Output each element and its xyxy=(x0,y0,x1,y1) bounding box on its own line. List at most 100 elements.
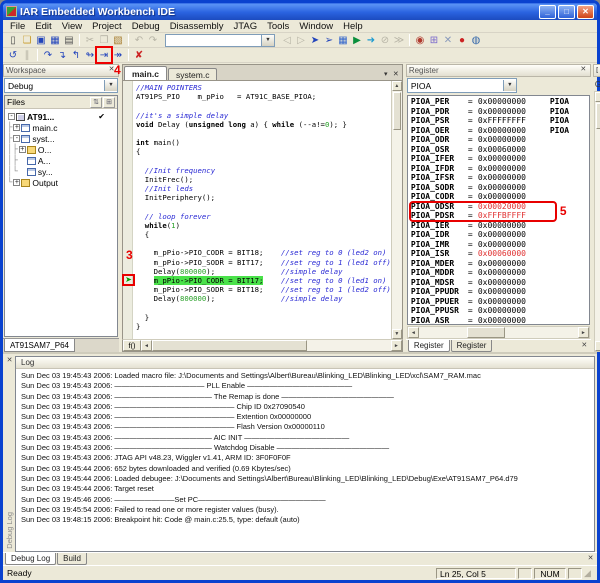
register-row[interactable]: PIOA_IFDR=0x00000000 xyxy=(408,164,589,174)
code-line[interactable]: InitFrec(); xyxy=(136,175,391,184)
menu-item-help[interactable]: Help xyxy=(338,21,368,32)
code-line[interactable]: //Init leds xyxy=(136,184,391,193)
menu-item-window[interactable]: Window xyxy=(294,21,338,32)
close-icon[interactable]: ✕ xyxy=(580,340,589,351)
scroll-left-icon[interactable]: ◄ xyxy=(141,340,152,351)
scrollbar-thumb[interactable] xyxy=(393,92,401,130)
target-select[interactable]: Debug ▼ xyxy=(4,78,118,93)
code-line[interactable]: } xyxy=(136,313,391,322)
close-icon[interactable]: ✕ xyxy=(5,357,14,366)
menu-item-file[interactable]: File xyxy=(5,21,30,32)
tab-register-1[interactable]: Register xyxy=(451,340,493,352)
code-line[interactable]: //it's a simple delay xyxy=(136,111,391,120)
code-line[interactable]: m_pPio->PIO_CODR = BIT17; //set reg to 0… xyxy=(136,276,391,285)
register-row[interactable]: PIOA_PPUSR=0x00000000 xyxy=(408,306,589,316)
register-row[interactable]: PIOA_OER=0x00000000PIOA xyxy=(408,126,589,136)
save-all-icon[interactable]: ▦ xyxy=(48,33,62,47)
debug-without-download-icon[interactable]: ◍ xyxy=(469,33,483,47)
files-sort-icon[interactable]: ⇅ xyxy=(90,97,102,108)
reset-icon[interactable]: ↺ xyxy=(6,48,20,62)
files-columns-icon[interactable]: ⊞ xyxy=(103,97,115,108)
toggle-breakpoint-icon[interactable]: ◉ xyxy=(413,33,427,47)
register-row[interactable]: PIOA_IER=0x00000000 xyxy=(408,221,589,231)
tree-expander-icon[interactable]: + xyxy=(13,179,20,186)
scroll-right-icon[interactable]: ► xyxy=(578,327,589,338)
register-row[interactable]: PIOA_IDR=0x00000000 xyxy=(408,230,589,240)
scroll-up-icon[interactable]: ▲ xyxy=(595,92,600,102)
tab-debug-log-0[interactable]: Debug Log xyxy=(5,553,56,565)
code-line[interactable]: void Delay (unsigned long a) { while (--… xyxy=(136,120,391,129)
register-row[interactable]: PIOA_IFSR=0x00000000 xyxy=(408,173,589,183)
code-line[interactable]: { xyxy=(136,147,391,156)
code-line[interactable]: Delay(800000); //simple delay xyxy=(136,294,391,303)
code-line[interactable]: m_pPio->PIO_SODR = BIT18; //set reg to 1… xyxy=(136,285,391,294)
tab-list-icon[interactable]: ▾ xyxy=(381,70,391,80)
code-line[interactable] xyxy=(136,304,391,313)
scroll-up-icon[interactable]: ▲ xyxy=(392,81,402,91)
register-group-select[interactable]: PIOA ▼ xyxy=(407,78,517,93)
breakpoints-window-icon[interactable]: ⊞ xyxy=(427,33,441,47)
scroll-left-icon[interactable]: ◄ xyxy=(408,327,419,338)
scrollbar-track[interactable] xyxy=(152,340,391,351)
register-row[interactable]: PIOA_OSR=0x00060000 xyxy=(408,145,589,155)
step-out-icon[interactable]: ↰ xyxy=(69,48,83,62)
code-line[interactable] xyxy=(136,157,391,166)
menu-item-edit[interactable]: Edit xyxy=(30,21,56,32)
code-line[interactable]: { xyxy=(136,230,391,239)
scrollbar-thumb[interactable] xyxy=(152,340,307,351)
new-document-icon[interactable]: ▯ xyxy=(6,33,20,47)
code-area[interactable]: //MAIN POINTERSAT91PS_PIO m_pPio = AT91C… xyxy=(133,81,391,339)
make-icon[interactable]: ➜ xyxy=(364,33,378,47)
close-icon[interactable]: ✕ xyxy=(586,553,595,564)
register-row[interactable]: PIOA_ASR=0x00000000 xyxy=(408,316,589,326)
tree-item[interactable]: -AT91...✔ xyxy=(5,111,117,122)
code-line[interactable]: m_pPio->PIO_SODR = BIT17; //set reg to 1… xyxy=(136,258,391,267)
register-row[interactable]: PIOA_ODR=0x00000000 xyxy=(408,135,589,145)
resize-grip[interactable]: ◢ xyxy=(584,568,595,579)
code-line[interactable] xyxy=(136,202,391,211)
close-document-icon[interactable]: ✕ xyxy=(391,70,401,80)
editor-vertical-scrollbar[interactable]: ▲ ▼ xyxy=(391,81,402,339)
scrollbar-track[interactable] xyxy=(392,131,402,329)
register-row[interactable]: PIOA_MDDR=0x00000000 xyxy=(408,268,589,278)
compile-icon[interactable]: ▶ xyxy=(350,33,364,47)
scroll-down-icon[interactable]: ▼ xyxy=(595,341,600,351)
register-row[interactable]: PIOA_IFER=0x00000000 xyxy=(408,154,589,164)
code-line[interactable]: // loop forever xyxy=(136,212,391,221)
workspace-project-tab[interactable]: AT91SAM7_P64 xyxy=(4,339,75,352)
scroll-right-icon[interactable]: ► xyxy=(391,340,402,351)
register-row[interactable]: PIOA_ISR=0x00060000 xyxy=(408,249,589,259)
download-and-debug-icon[interactable]: ● xyxy=(455,33,469,47)
replace-icon[interactable]: ➢ xyxy=(322,33,336,47)
scrollbar-track[interactable] xyxy=(419,327,578,338)
tree-item[interactable]: ├-syst... xyxy=(5,133,117,144)
tree-item[interactable]: │├+O... xyxy=(5,144,117,155)
remove-breakpoints-icon[interactable]: ✕ xyxy=(441,33,455,47)
code-line[interactable]: InitPeriphery(); xyxy=(136,193,391,202)
register-row[interactable]: PIOA_SODR=0x00000000 xyxy=(408,183,589,193)
close-button[interactable]: ✕ xyxy=(577,5,594,19)
chevron-down-icon[interactable]: ▼ xyxy=(503,80,516,91)
find-icon[interactable]: ➤ xyxy=(308,33,322,47)
register-row[interactable]: PIOA_PPUER=0x00000000 xyxy=(408,297,589,307)
code-line[interactable]: while(1) xyxy=(136,221,391,230)
menu-item-view[interactable]: View xyxy=(57,21,87,32)
tab-build-1[interactable]: Build xyxy=(57,553,87,565)
scrollbar-track[interactable] xyxy=(595,130,600,341)
editor-tab-main-c[interactable]: main.c xyxy=(124,66,167,80)
disassembly-vertical-scrollbar[interactable]: ▲ ▼ xyxy=(594,91,600,352)
maximize-button[interactable]: □ xyxy=(558,5,575,19)
tree-item[interactable]: └+Output xyxy=(5,177,117,188)
code-line[interactable]: } xyxy=(136,322,391,331)
tree-expander-icon[interactable]: - xyxy=(13,135,20,142)
scrollbar-thumb[interactable] xyxy=(596,103,600,129)
menu-item-debug[interactable]: Debug xyxy=(127,21,165,32)
editor-margin[interactable]: ➤3 xyxy=(123,81,133,339)
code-line[interactable]: AT91PS_PIO m_pPio = AT91C_BASE_PIOA; xyxy=(136,92,391,101)
code-line[interactable]: int main() xyxy=(136,138,391,147)
menu-item-tools[interactable]: Tools xyxy=(262,21,294,32)
print-icon[interactable]: ▤ xyxy=(62,33,76,47)
toolbar-combo[interactable]: ▼ xyxy=(165,34,275,47)
find-in-files-icon[interactable]: ▦ xyxy=(336,33,350,47)
tree-expander-icon[interactable]: - xyxy=(8,113,15,120)
